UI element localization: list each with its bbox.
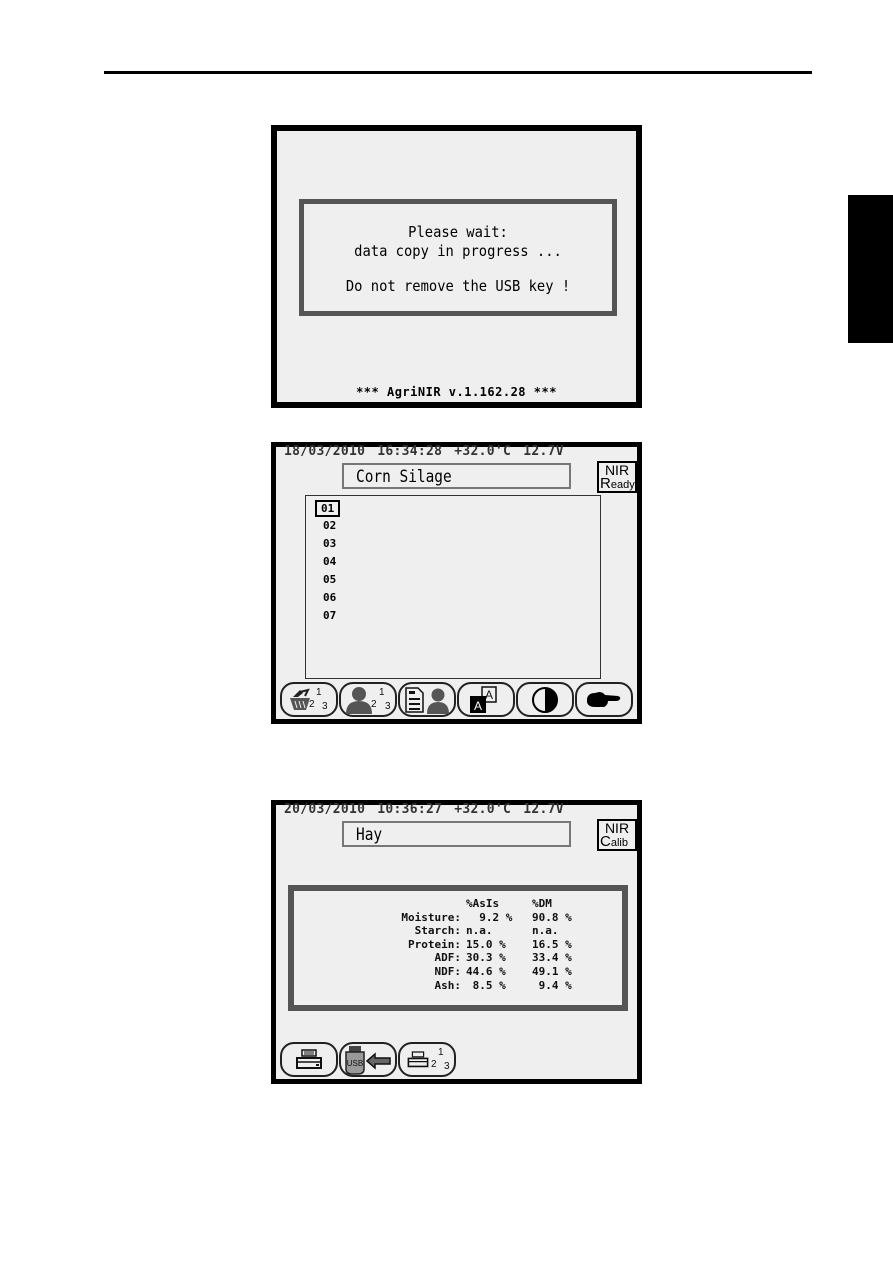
version-footer: *** AgriNIR v.1.162.28 *** — [356, 385, 557, 399]
nir-state: Ready — [600, 475, 635, 492]
toolbar: 123 123 A A — [280, 682, 633, 717]
operator-numbered-button[interactable]: 123 — [339, 682, 397, 717]
table-row: Starch: n.a. n.a. — [414, 924, 559, 938]
results-screen: 20/03/2010 10:36:27 +32.0'C 12.7V Hay NIR C… — [271, 800, 642, 1084]
list-item[interactable]: 03 — [320, 536, 339, 551]
side-tab-marker — [848, 195, 893, 343]
header-asis: %AsIs — [466, 897, 500, 910]
table-row: Moisture: 9.2 % 90.8 % — [401, 910, 572, 924]
analysis-repeat-button[interactable]: 123 — [280, 682, 338, 717]
header-rule — [104, 71, 812, 74]
wait-message: Please wait: — [408, 223, 508, 241]
print-button[interactable] — [280, 1042, 338, 1077]
nir-status-badge: NIR Calib — [597, 819, 637, 851]
results-table: %AsIs %DM Moisture: 9.2 % 90.8 % Starch:… — [294, 897, 602, 992]
status-date: 18/03/2010 — [284, 444, 366, 459]
progress-message: data copy in progress ... — [354, 242, 562, 260]
status-bar: 18/03/2010 16:34:28 +32.0'C 12.7V — [284, 444, 576, 459]
printer-icon — [296, 1048, 322, 1069]
nir-state: Calib — [600, 833, 628, 850]
status-voltage: 12.7V — [523, 802, 564, 817]
results-panel: %AsIs %DM Moisture: 9.2 % 90.8 % Starch:… — [288, 885, 628, 1011]
header-dm: %DM — [532, 897, 552, 910]
status-bar: 20/03/2010 10:36:27 +32.0'C 12.7V — [284, 802, 576, 817]
status-temperature: +32.0'C — [454, 444, 512, 459]
list-item[interactable]: 02 — [320, 518, 339, 533]
status-temperature: +32.0'C — [454, 802, 512, 817]
product-name: Hay — [356, 825, 383, 845]
copy-progress-screen: Please wait: data copy in progress ... D… — [271, 125, 642, 408]
document-operator-icon — [405, 686, 449, 714]
status-time: 10:36:27 — [377, 802, 443, 817]
operator-numbered-icon — [346, 686, 372, 714]
svg-text:USB: USB — [347, 1059, 363, 1068]
font-size-icon: A A — [470, 685, 497, 713]
svg-text:A: A — [474, 699, 482, 713]
sample-list-screen: 18/03/2010 16:34:28 +32.0'C 12.7V Corn Sila… — [271, 442, 642, 724]
contrast-icon — [532, 686, 558, 713]
usb-warning: Do not remove the USB key ! — [345, 277, 571, 295]
printer-numbered-icon — [407, 1050, 429, 1067]
list-item[interactable]: 01 — [315, 500, 341, 517]
font-size-button[interactable]: A A — [457, 682, 515, 717]
status-voltage: 12.7V — [523, 444, 564, 459]
product-name: Corn Silage — [356, 467, 452, 487]
wait-dialog: Please wait: data copy in progress ... D… — [299, 199, 617, 316]
print-numbered-button[interactable]: 123 — [398, 1042, 456, 1077]
status-date: 20/03/2010 — [284, 802, 366, 817]
table-row: ADF: 30.3 % 33.4 % — [434, 951, 572, 965]
results-header-row: %AsIs %DM — [294, 897, 602, 911]
list-item[interactable]: 04 — [320, 554, 339, 569]
list-item[interactable]: 05 — [320, 572, 339, 587]
sample-list[interactable]: 01 02 03 04 05 06 07 — [305, 495, 601, 679]
nir-status-badge: NIR Ready — [597, 461, 637, 493]
status-time: 16:34:28 — [377, 444, 443, 459]
product-title-box[interactable]: Hay — [342, 821, 571, 847]
list-item[interactable]: 06 — [320, 590, 339, 605]
toolbar: USB 123 — [280, 1042, 456, 1077]
list-item[interactable]: 07 — [320, 608, 339, 623]
svg-text:A: A — [485, 688, 493, 702]
table-row: NDF: 44.6 % 49.1 % — [434, 964, 572, 978]
product-title-box[interactable]: Corn Silage — [342, 463, 571, 489]
table-row: Ash: 8.5 % 9.4 % — [434, 978, 572, 992]
table-row: Protein: 15.0 % 16.5 % — [408, 937, 572, 951]
usb-export-icon: USB — [345, 1045, 391, 1075]
document-operator-button[interactable] — [398, 682, 456, 717]
pointing-hand-icon — [587, 691, 621, 707]
next-button[interactable] — [575, 682, 633, 717]
usb-export-button[interactable]: USB — [339, 1042, 397, 1077]
contrast-button[interactable] — [516, 682, 574, 717]
